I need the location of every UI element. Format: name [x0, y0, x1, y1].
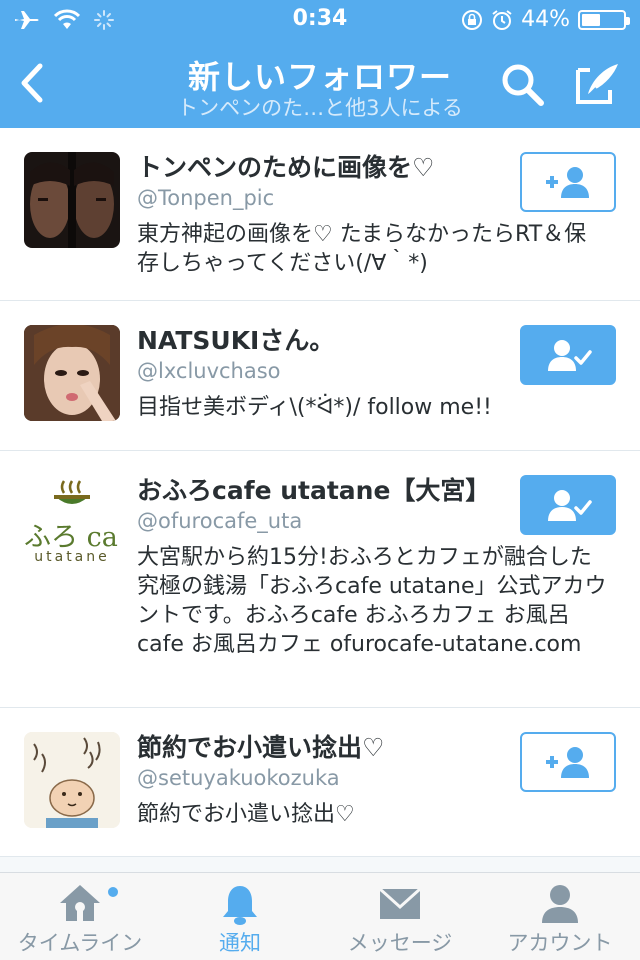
follower-name[interactable]: NATSUKIさん。 — [137, 321, 334, 357]
envelope-icon — [378, 887, 422, 919]
add-user-icon — [546, 167, 589, 198]
follower-name[interactable]: おふろcafe utatane【大宮】 — [137, 471, 490, 507]
tab-label: アカウント — [507, 931, 613, 955]
tab-label: 通知 — [219, 931, 261, 955]
battery-percent: 44% — [521, 7, 570, 32]
follower-bio: 大宮駅から約15分!おふろとカフェが融合した究極の銭湯「おふろcafe utat… — [137, 545, 607, 657]
follower-name[interactable]: 節約でお小遣い捻出♡ — [137, 728, 384, 764]
person-icon — [542, 885, 578, 923]
search-button[interactable] — [498, 60, 546, 108]
list-item[interactable]: 節約でお小遣い捻出♡ @setuyakuokozuka 節約でお小遣い捻出♡ — [0, 708, 640, 856]
follower-list: トンペンのために画像を♡ @Tonpen_pic 東方神起の画像を♡ たまらなか… — [0, 128, 640, 856]
avatar[interactable] — [24, 152, 120, 248]
user-following-icon — [548, 340, 592, 371]
alarm-icon — [492, 9, 512, 30]
tab-label: メッセージ — [347, 931, 453, 955]
list-item[interactable]: ふろ ca utatane おふろcafe utatane【大宮】 @ofuro… — [0, 451, 640, 708]
follow-button[interactable] — [520, 732, 616, 792]
list-item[interactable]: NATSUKIさん。 @lxcluvchaso 目指せ美ボディ\(*ᐛ*)/ f… — [0, 301, 640, 451]
nav-bar: 新しいフォロワー トンペンのた…と他3人による — [0, 40, 640, 128]
battery-level — [582, 13, 600, 26]
list-footer-divider — [0, 856, 640, 872]
add-user-icon — [546, 747, 589, 778]
follower-handle: @ofurocafe_uta — [137, 509, 303, 533]
avatar-image — [24, 152, 120, 248]
tab-notifications[interactable]: 通知 — [160, 873, 320, 960]
follower-bio: 目指せ美ボディ\(*ᐛ*)/ follow me!! — [137, 395, 492, 420]
follower-name[interactable]: トンペンのために画像を♡ — [137, 148, 434, 184]
status-bar: 0:34 44% — [0, 0, 640, 40]
follower-handle: @setuyakuokozuka — [137, 766, 340, 790]
follower-bio: 節約でお小遣い捻出♡ — [137, 802, 355, 827]
avatar[interactable]: ふろ ca utatane — [24, 475, 120, 571]
avatar[interactable] — [24, 325, 120, 421]
avatar-image — [24, 732, 120, 828]
compose-icon — [576, 64, 618, 104]
home-icon — [60, 885, 100, 921]
battery-icon — [578, 9, 630, 30]
list-item[interactable]: トンペンのために画像を♡ @Tonpen_pic 東方神起の画像を♡ たまらなか… — [0, 128, 640, 301]
rotation-lock-icon — [462, 9, 483, 30]
tab-messages[interactable]: メッセージ — [320, 873, 480, 960]
unread-dot — [108, 887, 118, 897]
follower-handle: @lxcluvchaso — [137, 359, 281, 383]
user-following-icon — [548, 490, 592, 521]
avatar[interactable] — [24, 732, 120, 828]
status-right: 44% — [461, 7, 630, 32]
compose-button[interactable] — [572, 60, 622, 108]
tab-label: タイムライン — [17, 931, 143, 955]
tab-account[interactable]: アカウント — [480, 873, 640, 960]
following-button[interactable] — [520, 325, 616, 385]
follower-handle: @Tonpen_pic — [137, 186, 275, 210]
following-button[interactable] — [520, 475, 616, 535]
follow-button[interactable] — [520, 152, 616, 212]
cafe-logo-subtext: utatane — [34, 549, 110, 565]
header: 0:34 44% 新しいフォロワー トンペンのた…と他3人による — [0, 0, 640, 128]
search-icon — [502, 64, 544, 106]
tab-bar: タイムライン 通知 メッセージ アカウント — [0, 872, 640, 960]
bell-icon — [223, 886, 257, 925]
follower-bio: 東方神起の画像を♡ たまらなかったらRT＆保存しちゃってください(/∀｀*) — [137, 222, 587, 276]
tab-timeline[interactable]: タイムライン — [0, 873, 160, 960]
avatar-image — [24, 325, 120, 421]
